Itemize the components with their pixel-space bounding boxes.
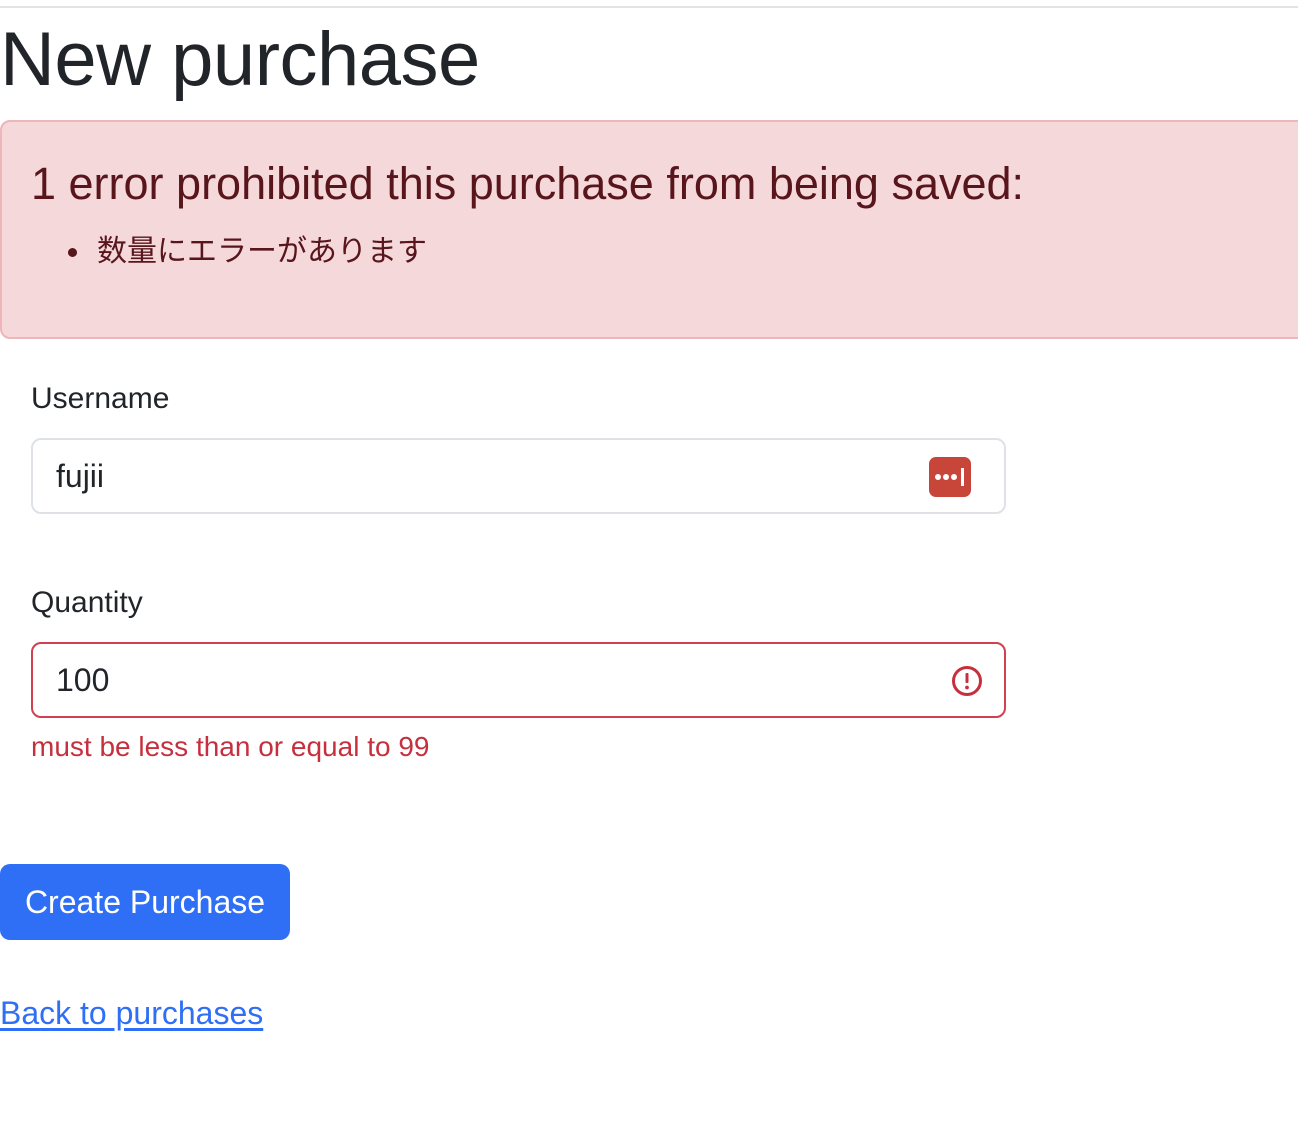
quantity-invalid-feedback: must be less than or equal to 99 bbox=[31, 731, 430, 762]
username-label: Username bbox=[31, 382, 170, 415]
username-input[interactable] bbox=[33, 440, 1004, 512]
page-title: New purchase bbox=[0, 17, 480, 102]
error-heading: 1 error prohibited this purchase from be… bbox=[31, 158, 1025, 209]
username-field-wrapper bbox=[31, 438, 1006, 514]
error-list: 数量にエラーがあります bbox=[62, 230, 427, 274]
quantity-field-wrapper bbox=[31, 642, 1006, 718]
quantity-label: Quantity bbox=[31, 586, 143, 619]
quantity-input[interactable] bbox=[33, 644, 1004, 716]
create-purchase-button[interactable]: Create Purchase bbox=[0, 864, 290, 940]
error-icon bbox=[952, 666, 982, 696]
back-to-purchases-link[interactable]: Back to purchases bbox=[0, 993, 263, 1033]
error-message: 数量にエラーがあります bbox=[62, 230, 427, 274]
top-divider bbox=[0, 6, 1298, 8]
password-manager-icon[interactable] bbox=[929, 457, 971, 497]
error-message-text: 数量にエラーがあります bbox=[97, 234, 427, 269]
bullet-icon bbox=[68, 248, 77, 257]
